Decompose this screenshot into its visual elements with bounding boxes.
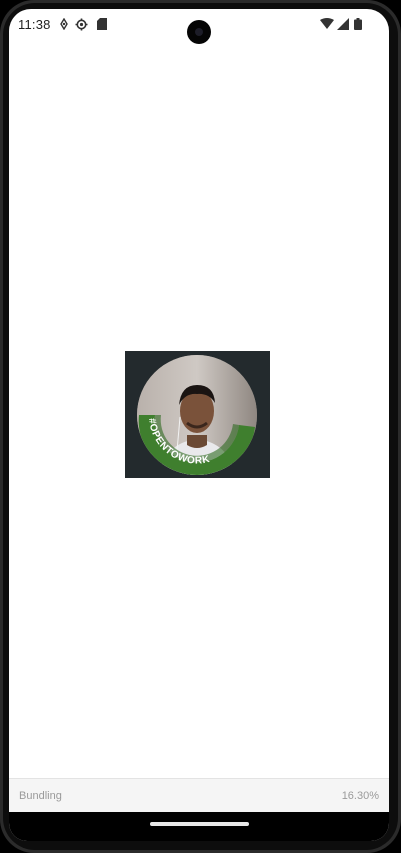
settings-icon: [75, 18, 88, 31]
battery-icon: [354, 18, 362, 30]
bundling-progress: 16.30%: [341, 790, 379, 802]
opentowork-frame: #OPENTOWORK: [137, 355, 257, 475]
profile-photo: #OPENTOWORK: [137, 355, 257, 475]
app-screen: 11:38 #OPENTOWORK Bundling 16.30%: [9, 9, 389, 841]
front-camera: [187, 20, 211, 44]
bundling-label: Bundling: [19, 790, 62, 802]
sd-card-icon: [97, 18, 107, 30]
status-bar: 11:38: [9, 9, 389, 44]
cellular-signal-icon: [337, 18, 349, 30]
device-frame: 11:38 #OPENTOWORK Bundling 16.30%: [0, 0, 401, 853]
home-gesture-bar[interactable]: [150, 822, 249, 826]
wifi-icon: [320, 18, 334, 29]
profile-picture: #OPENTOWORK: [125, 351, 270, 478]
navigation-bar: [9, 812, 389, 841]
status-time: 11:38: [18, 17, 51, 32]
bundling-status-bar: Bundling 16.30%: [9, 778, 389, 813]
location-icon: [60, 18, 68, 30]
